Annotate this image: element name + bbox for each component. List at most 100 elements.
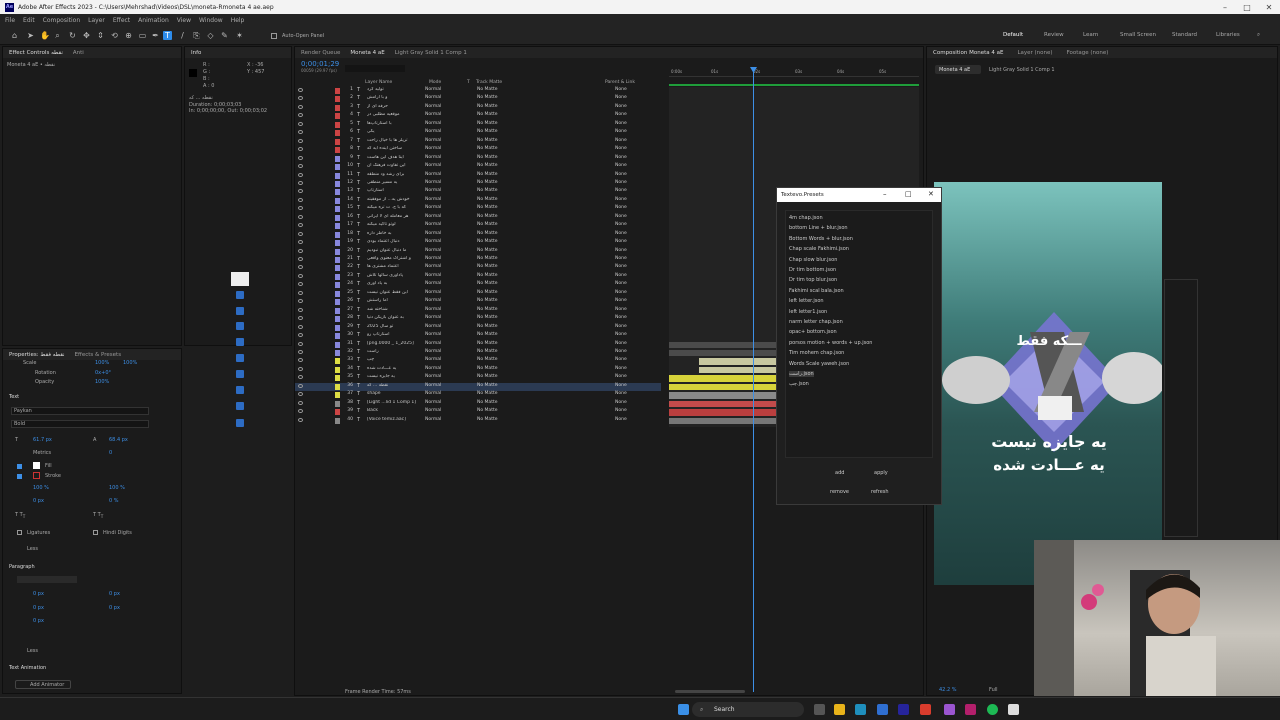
layer-mode-select[interactable]: Normal (425, 146, 441, 151)
tab-render-queue[interactable]: Render Queue (301, 50, 340, 56)
layers-icon[interactable] (236, 354, 244, 362)
layer-mode-select[interactable]: Normal (425, 332, 441, 337)
preset-item[interactable]: narm letter chap.json (789, 319, 843, 325)
tab-properties[interactable]: Properties: نقطه فقط (9, 352, 65, 358)
hindi-digits-checkbox[interactable] (93, 530, 98, 535)
layer-label-color[interactable] (335, 392, 340, 399)
font-family-select[interactable]: Paykan (11, 407, 149, 415)
layer-name[interactable]: Back (367, 408, 421, 413)
ligatures-checkbox[interactable] (17, 530, 22, 535)
layer-name[interactable]: [Voice temiz.aac] (367, 417, 421, 422)
fill-color-swatch[interactable] (33, 462, 40, 469)
layer-label-color[interactable] (335, 138, 340, 145)
layer-label-color[interactable] (335, 265, 340, 272)
layer-parent-select[interactable]: None (615, 163, 627, 168)
layer-mode-select[interactable]: Normal (425, 87, 441, 92)
layer-name[interactable]: خودش یه... از موفقیته (367, 197, 421, 202)
layer-mode-select[interactable]: Normal (425, 138, 441, 143)
col-layer-name[interactable]: Layer Name (365, 80, 392, 85)
visibility-eye-icon[interactable] (298, 366, 303, 371)
app-r-icon[interactable] (965, 704, 976, 715)
dialog-maximize-icon[interactable]: □ (905, 190, 912, 198)
layer-mode-select[interactable]: Normal (425, 341, 441, 346)
layer-label-color[interactable] (335, 96, 340, 103)
layer-track-matte-select[interactable]: No Matte (477, 180, 498, 185)
layer-label-color[interactable] (335, 189, 340, 196)
layer-parent-select[interactable]: None (615, 87, 627, 92)
space-after-value[interactable]: 0 px (109, 605, 120, 611)
list-icon[interactable] (236, 338, 244, 346)
preset-item[interactable]: Tim mohem chap.json (789, 350, 844, 356)
grid2-icon[interactable] (236, 402, 244, 410)
layer-parent-select[interactable]: None (615, 197, 627, 202)
layer-mode-select[interactable]: Normal (425, 214, 441, 219)
selection-tool-icon[interactable]: ➤ (26, 31, 35, 40)
paragraph-align-buttons[interactable] (17, 576, 77, 583)
preset-item[interactable]: Words Scale yaweh.json (789, 361, 849, 367)
visibility-eye-icon[interactable] (298, 316, 303, 321)
layer-name[interactable]: حرفه ای از (367, 104, 421, 109)
layer-name[interactable]: اینا هدف این هاست (367, 155, 421, 160)
layer-track-matte-select[interactable]: No Matte (477, 324, 498, 329)
layer-mode-select[interactable]: Normal (425, 374, 441, 379)
file-explorer-icon[interactable] (834, 704, 845, 715)
comp-subtab-light-gray[interactable]: Light Gray Solid 1 Comp 1 (989, 67, 1055, 73)
layer-row[interactable]: 25 T این فقط عنوان نیست Normal No Matte None (295, 290, 661, 298)
layer-label-color[interactable] (335, 417, 340, 424)
layer-name[interactable]: یه جایزه نیست (367, 374, 421, 379)
visibility-eye-icon[interactable] (298, 206, 303, 211)
layer-label-color[interactable] (335, 231, 340, 238)
layer-row[interactable]: 9 T اینا هدف این هاست Normal No Matte None (295, 155, 661, 163)
horizontal-scale-value[interactable]: 100 % (109, 485, 125, 491)
layer-name[interactable]: نقطه ... که (367, 383, 421, 388)
opacity-value[interactable]: 100% (95, 379, 109, 385)
type-tool-icon[interactable]: T (163, 31, 172, 40)
tab-info[interactable]: Info (191, 50, 201, 56)
layer-parent-select[interactable]: None (615, 222, 627, 227)
layer-track-matte-select[interactable]: No Matte (477, 307, 498, 312)
tracking-value[interactable]: 0 (109, 450, 112, 456)
layer-duration-bar[interactable] (699, 366, 779, 374)
visibility-eye-icon[interactable] (298, 155, 303, 160)
layer-parent-select[interactable]: None (615, 188, 627, 193)
layer-label-color[interactable] (335, 316, 340, 323)
layer-duration-bar[interactable] (699, 358, 779, 365)
layer-parent-select[interactable]: None (615, 281, 627, 286)
layer-mode-select[interactable]: Normal (425, 121, 441, 126)
stroke-checkbox[interactable] (17, 474, 22, 479)
layer-parent-select[interactable]: None (615, 408, 627, 413)
layer-label-color[interactable] (335, 333, 340, 340)
preset-item[interactable]: left letter1.json (789, 309, 827, 315)
layer-label-color[interactable] (335, 349, 340, 356)
layer-track-matte-select[interactable]: No Matte (477, 332, 498, 337)
layer-row[interactable]: 27 T شناخته شد Normal No Matte None (295, 307, 661, 315)
indent-first-value[interactable]: 0 px (33, 618, 44, 624)
preset-list[interactable]: 4m chap.json bottom Line + blur.json Botto… (785, 210, 933, 458)
scale-value[interactable]: 100% (95, 360, 109, 366)
close-icon[interactable]: ✕ (1258, 0, 1280, 14)
layer-duration-bar[interactable] (669, 375, 779, 382)
col-mode[interactable]: Mode (429, 80, 441, 85)
timeline-search-input[interactable] (345, 65, 405, 72)
layer-track-matte-select[interactable]: No Matte (477, 239, 498, 244)
zoom-tool-icon[interactable]: ⌕ (53, 31, 62, 40)
layer-label-color[interactable] (335, 273, 340, 280)
layer-name[interactable]: پاداوری سالها تلاش (367, 273, 421, 278)
layer-track-matte-select[interactable]: No Matte (477, 231, 498, 236)
layer-mode-select[interactable]: Normal (425, 400, 441, 405)
add-animator-button[interactable]: Add Animator (15, 680, 71, 689)
menu-animation[interactable]: Animation (138, 17, 169, 24)
layer-name[interactable]: دنبال اعتماد بودی (367, 239, 421, 244)
remove-preset-button[interactable]: remove (830, 489, 849, 495)
layer-name[interactable]: یه مسیر منطقی (367, 180, 421, 185)
layer-name[interactable]: استارتاپ (367, 188, 421, 193)
visibility-eye-icon[interactable] (298, 121, 303, 126)
menu-window[interactable]: Window (199, 17, 223, 24)
layer-mode-select[interactable]: Normal (425, 205, 441, 210)
vscode-icon[interactable] (877, 704, 888, 715)
preset-item[interactable]: porsos motion + words + up.json (789, 340, 872, 346)
zoom-slider[interactable] (675, 690, 745, 693)
layer-parent-select[interactable]: None (615, 383, 627, 388)
layer-mode-select[interactable]: Normal (425, 383, 441, 388)
indent-left-value[interactable]: 0 px (33, 591, 44, 597)
